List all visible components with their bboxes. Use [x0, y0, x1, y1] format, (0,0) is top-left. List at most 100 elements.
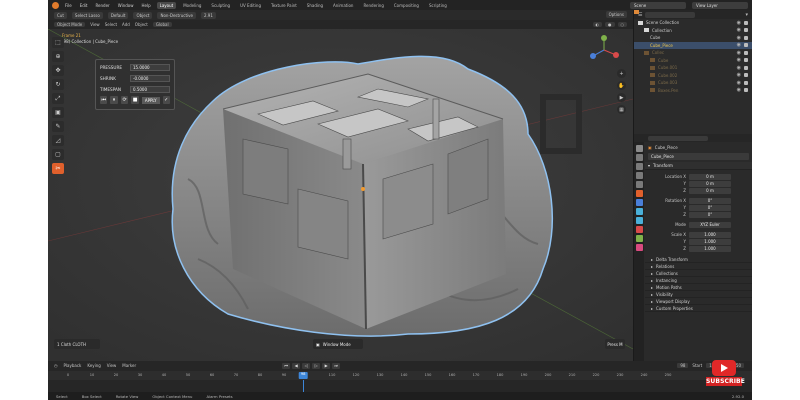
- drag-tool-dropdown[interactable]: Cut: [54, 11, 67, 19]
- property-subsection[interactable]: ▸ Motion Paths: [645, 284, 752, 291]
- visibility-eye-icon[interactable]: ◉: [737, 20, 741, 26]
- outliner-row[interactable]: Collec ◉: [634, 49, 752, 57]
- rewind-icon[interactable]: ⏮: [100, 96, 108, 104]
- tab-shading[interactable]: Shading: [304, 2, 326, 9]
- outliner-row[interactable]: Cube ◉: [634, 57, 752, 65]
- blender-logo-icon[interactable]: [52, 1, 59, 9]
- view-layer-tab-icon[interactable]: [635, 172, 643, 179]
- property-subsection[interactable]: ▸ Visibility: [645, 291, 752, 298]
- visibility-eye-icon[interactable]: ◉: [737, 35, 741, 41]
- visibility-eye-icon[interactable]: ◉: [737, 27, 741, 33]
- property-subsection[interactable]: ▸ Collections: [645, 270, 752, 277]
- pause-icon[interactable]: ⏸: [110, 96, 118, 104]
- properties-search-input[interactable]: [648, 135, 708, 141]
- menu-render[interactable]: Render: [93, 3, 111, 8]
- property-subsection[interactable]: ▸ Custom Properties: [645, 305, 752, 312]
- transform-tool-icon[interactable]: ▣: [52, 107, 64, 118]
- confirm-icon[interactable]: ✓: [162, 96, 170, 104]
- exclude-checkbox[interactable]: [744, 35, 748, 40]
- property-subsection[interactable]: ▸ Viewport Display: [645, 298, 752, 305]
- visibility-eye-icon[interactable]: ◉: [737, 57, 741, 63]
- visibility-eye-icon[interactable]: ◉: [737, 65, 741, 71]
- zoom-icon[interactable]: +: [617, 69, 626, 78]
- menu-object[interactable]: Object: [135, 22, 148, 27]
- add-cube-tool-icon[interactable]: ▢: [52, 149, 64, 160]
- playhead-frame-label[interactable]: 98: [298, 372, 308, 379]
- particles-tab-icon[interactable]: [635, 208, 643, 215]
- timespan-input[interactable]: 0.5000: [130, 86, 170, 93]
- operator-panel[interactable]: 1 Cloth CLOTH: [54, 339, 100, 349]
- physics-tab-icon[interactable]: [635, 217, 643, 224]
- render-tab-icon[interactable]: [635, 154, 643, 161]
- tab-compositing[interactable]: Compositing: [391, 2, 422, 9]
- move-tool-icon[interactable]: ✥: [52, 65, 64, 76]
- outliner-row[interactable]: Cube ◉: [634, 10, 752, 42]
- exclude-checkbox[interactable]: [744, 88, 748, 93]
- orientation-dropdown[interactable]: Default: [107, 11, 129, 19]
- current-frame-input[interactable]: 98: [677, 363, 689, 368]
- menu-view[interactable]: View: [90, 22, 100, 27]
- shading-solid-icon[interactable]: ●: [605, 22, 615, 27]
- menu-edit[interactable]: Edit: [78, 3, 90, 8]
- exclude-checkbox[interactable]: [744, 58, 748, 63]
- visibility-eye-icon[interactable]: ◉: [737, 42, 741, 48]
- menu-file[interactable]: File: [63, 3, 74, 8]
- select-tool-icon[interactable]: ⬚: [52, 37, 64, 48]
- tool-tab-icon[interactable]: [635, 145, 643, 152]
- object-name-input[interactable]: Cube_Piece: [648, 153, 749, 160]
- outliner-search-input[interactable]: [645, 11, 696, 18]
- exclude-checkbox[interactable]: [744, 80, 748, 85]
- scale-x-input[interactable]: 1.000: [689, 231, 731, 238]
- outliner-row[interactable]: Collection ◉: [634, 27, 752, 35]
- overlay-icon[interactable]: ◐: [592, 22, 602, 27]
- exclude-checkbox[interactable]: [744, 65, 748, 70]
- shrink-input[interactable]: -0.0000: [130, 75, 170, 82]
- exclude-checkbox[interactable]: [744, 28, 748, 33]
- tab-scripting[interactable]: Scripting: [426, 2, 450, 9]
- menu-help[interactable]: Help: [139, 3, 152, 8]
- stop-icon[interactable]: ■: [131, 96, 139, 104]
- pressure-input[interactable]: 15.0000: [130, 64, 170, 71]
- constraints-tab-icon[interactable]: [635, 226, 643, 233]
- rotation-y-input[interactable]: 0°: [689, 204, 731, 211]
- subscribe-badge[interactable]: SUBSCRIBE: [706, 360, 745, 388]
- play-icon[interactable]: ▷: [312, 362, 321, 369]
- exclude-checkbox[interactable]: [744, 20, 748, 25]
- view-layer-selector[interactable]: View Layer: [692, 1, 748, 9]
- outliner-row[interactable]: Cube.003 ◉: [634, 79, 752, 87]
- navigation-gizmo[interactable]: [589, 35, 619, 65]
- grid-icon[interactable]: ▦: [617, 105, 626, 114]
- cut-tool-icon[interactable]: ✂: [52, 163, 64, 174]
- rotation-z-input[interactable]: 0°: [689, 211, 731, 218]
- material-tab-icon[interactable]: [635, 244, 643, 251]
- outliner-row[interactable]: Cube.002 ◉: [634, 72, 752, 80]
- object-tab-icon[interactable]: [635, 190, 643, 197]
- tab-sculpting[interactable]: Sculpting: [208, 2, 233, 9]
- location-y-input[interactable]: 0 m: [689, 180, 731, 187]
- transform-orientation-dropdown[interactable]: Global: [152, 22, 172, 27]
- property-subsection[interactable]: ▸ Instancing: [645, 277, 752, 284]
- property-subsection[interactable]: ▸ Delta Transform: [645, 256, 752, 263]
- rotation-x-input[interactable]: 0°: [689, 197, 731, 204]
- gizmo-x-axis-icon[interactable]: [613, 52, 619, 58]
- outliner-row[interactable]: Scene Collection ◉: [634, 19, 752, 27]
- menu-marker[interactable]: Marker: [122, 363, 136, 368]
- exclude-checkbox[interactable]: [744, 50, 748, 55]
- menu-add[interactable]: Add: [122, 22, 130, 27]
- visibility-eye-icon[interactable]: ◉: [737, 87, 741, 93]
- 3d-viewport[interactable]: Frame 21 (98) Collection | Cube_Piece ⬚ …: [48, 29, 633, 361]
- outliner-row[interactable]: Boxes.Pen ◉: [634, 87, 752, 95]
- location-x-input[interactable]: 0 m: [689, 173, 731, 180]
- tab-texture-paint[interactable]: Texture Paint: [268, 2, 300, 9]
- cursor-tool-icon[interactable]: ⊕: [52, 51, 64, 62]
- outliner-row[interactable]: Cube.001 ◉: [634, 64, 752, 72]
- tab-animation[interactable]: Animation: [330, 2, 356, 9]
- menu-select[interactable]: Select: [105, 22, 117, 27]
- scene-tab-icon[interactable]: [635, 181, 643, 188]
- scene-selector[interactable]: Scene: [630, 1, 686, 9]
- next-key-icon[interactable]: ▶: [322, 362, 331, 369]
- snap-dropdown[interactable]: Non-Destructive: [157, 11, 196, 19]
- options-dropdown[interactable]: Options: [605, 11, 627, 18]
- location-z-input[interactable]: 0 m: [689, 187, 731, 194]
- prev-key-icon[interactable]: ◀: [292, 362, 301, 369]
